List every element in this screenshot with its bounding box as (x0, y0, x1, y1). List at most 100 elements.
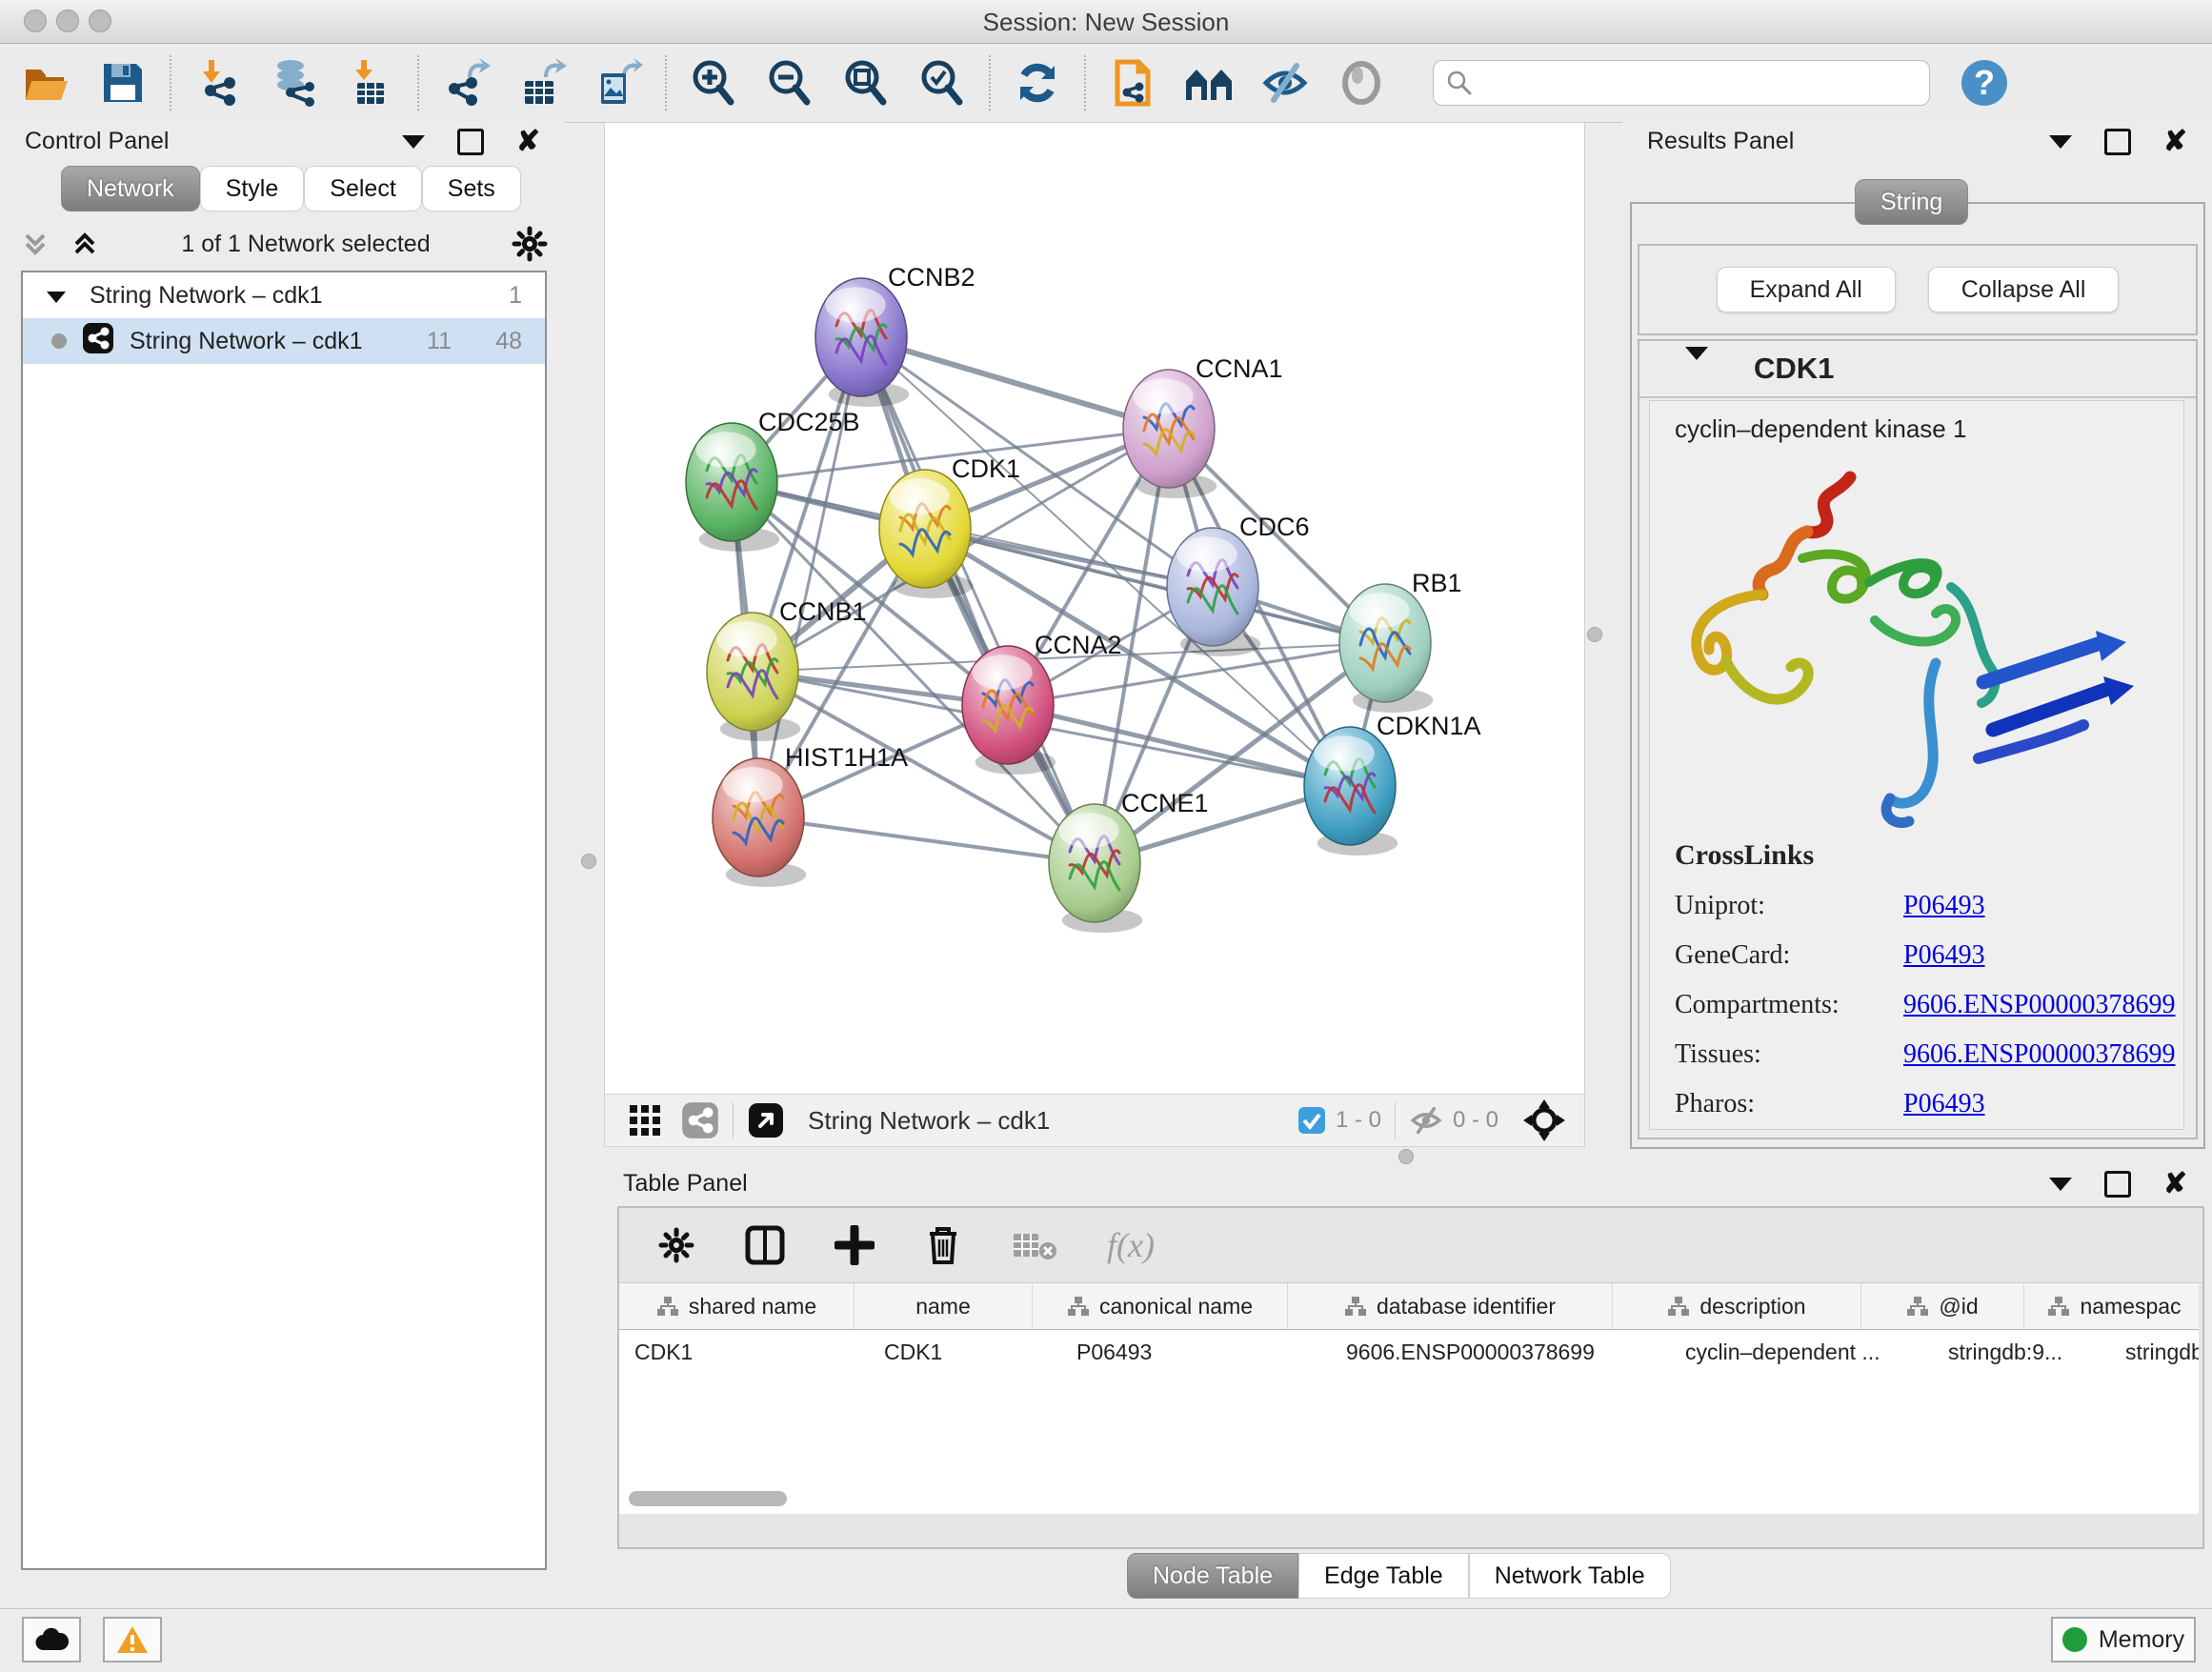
collapse-all-button[interactable]: Collapse All (1928, 267, 2120, 312)
zoom-selected-icon[interactable] (916, 57, 968, 109)
tab-network-table[interactable]: Network Table (1469, 1553, 1671, 1599)
network-view-icon[interactable] (681, 1101, 719, 1139)
horizontal-scrollbar[interactable] (629, 1491, 787, 1506)
float-panel-icon[interactable] (457, 129, 484, 155)
edge-CCNA2-CDKN1A[interactable] (1008, 705, 1350, 786)
detach-view-icon[interactable] (747, 1101, 785, 1139)
float-panel-icon[interactable] (2104, 129, 2131, 155)
crosslink-genecard-link[interactable]: P06493 (1903, 940, 1985, 971)
tab-edge-table[interactable]: Edge Table (1298, 1553, 1469, 1599)
import-table-icon[interactable] (345, 57, 396, 109)
zoom-out-icon[interactable] (764, 57, 815, 109)
node-CDC6[interactable]: CDC6 (1167, 513, 1310, 656)
node-CCNA2[interactable]: CCNA2 (962, 631, 1122, 775)
refresh-icon[interactable] (1012, 57, 1063, 109)
show-columns-icon[interactable] (745, 1225, 785, 1265)
node-CDKN1A[interactable]: CDKN1A (1304, 712, 1481, 856)
node-CDC25B[interactable]: CDC25B (686, 408, 860, 552)
tab-string[interactable]: String (1855, 179, 1968, 225)
table-options-gear-icon[interactable] (657, 1226, 695, 1264)
network-row[interactable]: String Network – cdk1 11 48 (23, 318, 545, 364)
edge-HIST1H1A-CCNE1[interactable] (758, 817, 1095, 863)
table-row[interactable]: CDK1CDK1P064939606.ENSP00000378699cyclin… (619, 1330, 2199, 1374)
grid-view-icon[interactable] (626, 1101, 664, 1139)
close-panel-icon[interactable]: ✘ (2163, 1174, 2187, 1195)
show-all-icon[interactable] (1336, 57, 1387, 109)
delete-column-icon[interactable] (924, 1224, 962, 1266)
node-RB1[interactable]: RB1 (1339, 569, 1462, 713)
node-table[interactable]: shared namenamecanonical namedatabase id… (619, 1283, 2199, 1514)
right-splitter-handle[interactable] (1587, 627, 1602, 642)
float-panel-icon[interactable] (2104, 1171, 2131, 1198)
table-cell[interactable]: stringdb (2110, 1330, 2199, 1374)
network-canvas[interactable]: CCNB2CCNA1CDC25BCDK1CDC6RB1CCNB1CCNA2CDK… (604, 122, 1585, 1096)
edge-CCNB2-CCNA1[interactable] (861, 337, 1169, 429)
table-cell[interactable]: CDK1 (869, 1330, 1061, 1374)
node-CCNE1[interactable]: CCNE1 (1049, 789, 1209, 933)
network-collection-row[interactable]: String Network – cdk1 1 (23, 272, 545, 318)
crosslink-pharos-link[interactable]: P06493 (1903, 1089, 1985, 1119)
import-network-database-icon[interactable] (269, 57, 320, 109)
collapse-panel-icon[interactable] (402, 135, 425, 149)
column-header-shared-name[interactable]: shared name (619, 1283, 855, 1329)
tab-sets[interactable]: Sets (422, 166, 521, 212)
first-neighbors-icon[interactable] (1183, 57, 1235, 109)
node-HIST1H1A[interactable]: HIST1H1A (713, 743, 908, 887)
node-label-RB1: RB1 (1412, 569, 1462, 597)
export-image-icon[interactable] (593, 57, 644, 109)
hide-selected-icon[interactable] (1259, 57, 1311, 109)
column-header--id[interactable]: @id (1861, 1283, 2024, 1329)
edge-CCNB2-CCNE1[interactable] (861, 337, 1095, 863)
svg-text:?: ? (1974, 63, 1995, 102)
tab-style[interactable]: Style (200, 166, 305, 212)
network-from-selection-icon[interactable] (1107, 57, 1158, 109)
close-panel-icon[interactable]: ✘ (2163, 131, 2187, 152)
tab-select[interactable]: Select (304, 166, 421, 212)
node-CCNB2[interactable]: CCNB2 (815, 263, 975, 407)
table-cell[interactable]: cyclin–dependent ... (1670, 1330, 1933, 1374)
export-network-icon[interactable] (440, 57, 492, 109)
birdseye-icon[interactable] (1523, 1099, 1565, 1141)
expand-all-icon[interactable] (69, 228, 101, 260)
zoom-in-icon[interactable] (688, 57, 739, 109)
table-cell[interactable]: 9606.ENSP00000378699 (1331, 1330, 1670, 1374)
column-header-canonical-name[interactable]: canonical name (1033, 1283, 1288, 1329)
table-cell[interactable]: P06493 (1061, 1330, 1331, 1374)
column-header-database-identifier[interactable]: database identifier (1288, 1283, 1613, 1329)
gene-section-header[interactable]: CDK1 (1639, 341, 2196, 398)
import-network-file-icon[interactable] (192, 57, 244, 109)
add-column-icon[interactable] (835, 1225, 875, 1265)
tree-expander-icon[interactable] (47, 292, 66, 303)
collapse-panel-icon[interactable] (2049, 135, 2072, 149)
table-cell[interactable]: stringdb:9... (1933, 1330, 2110, 1374)
expand-all-button[interactable]: Expand All (1717, 267, 1896, 312)
left-splitter-handle[interactable] (581, 854, 596, 869)
section-expander-icon[interactable] (1685, 347, 1708, 376)
bottom-splitter-handle[interactable] (1398, 1149, 1414, 1164)
collapse-panel-icon[interactable] (2049, 1178, 2072, 1191)
column-header-name[interactable]: name (855, 1283, 1033, 1329)
options-gear-icon[interactable] (511, 225, 549, 263)
table-cell[interactable]: CDK1 (619, 1330, 869, 1374)
crosslink-uniprot-link[interactable]: P06493 (1903, 891, 1985, 921)
help-icon[interactable]: ? (1959, 57, 2010, 109)
open-file-icon[interactable] (21, 57, 72, 109)
close-panel-icon[interactable]: ✘ (516, 131, 540, 152)
crosslink-tissues-link[interactable]: 9606.ENSP00000378699 (1903, 1039, 2175, 1070)
crosslink-compartments-link[interactable]: 9606.ENSP00000378699 (1903, 990, 2175, 1020)
column-header-namespac[interactable]: namespac (2024, 1283, 2199, 1329)
cloud-button[interactable] (22, 1617, 81, 1662)
collapse-all-icon[interactable] (19, 228, 51, 260)
memory-button[interactable]: Memory (2051, 1617, 2196, 1662)
zoom-fit-icon[interactable] (840, 57, 892, 109)
tab-node-table[interactable]: Node Table (1127, 1553, 1298, 1599)
search-input[interactable] (1433, 60, 1930, 106)
column-header-description[interactable]: description (1613, 1283, 1861, 1329)
tab-network[interactable]: Network (61, 166, 200, 212)
selected-checkbox-icon[interactable] (1297, 1106, 1326, 1135)
node-CCNA1[interactable]: CCNA1 (1123, 354, 1283, 498)
export-table-icon[interactable] (516, 57, 568, 109)
save-session-icon[interactable] (97, 57, 149, 109)
table-header-row[interactable]: shared namenamecanonical namedatabase id… (619, 1283, 2199, 1330)
warnings-button[interactable] (103, 1617, 162, 1662)
